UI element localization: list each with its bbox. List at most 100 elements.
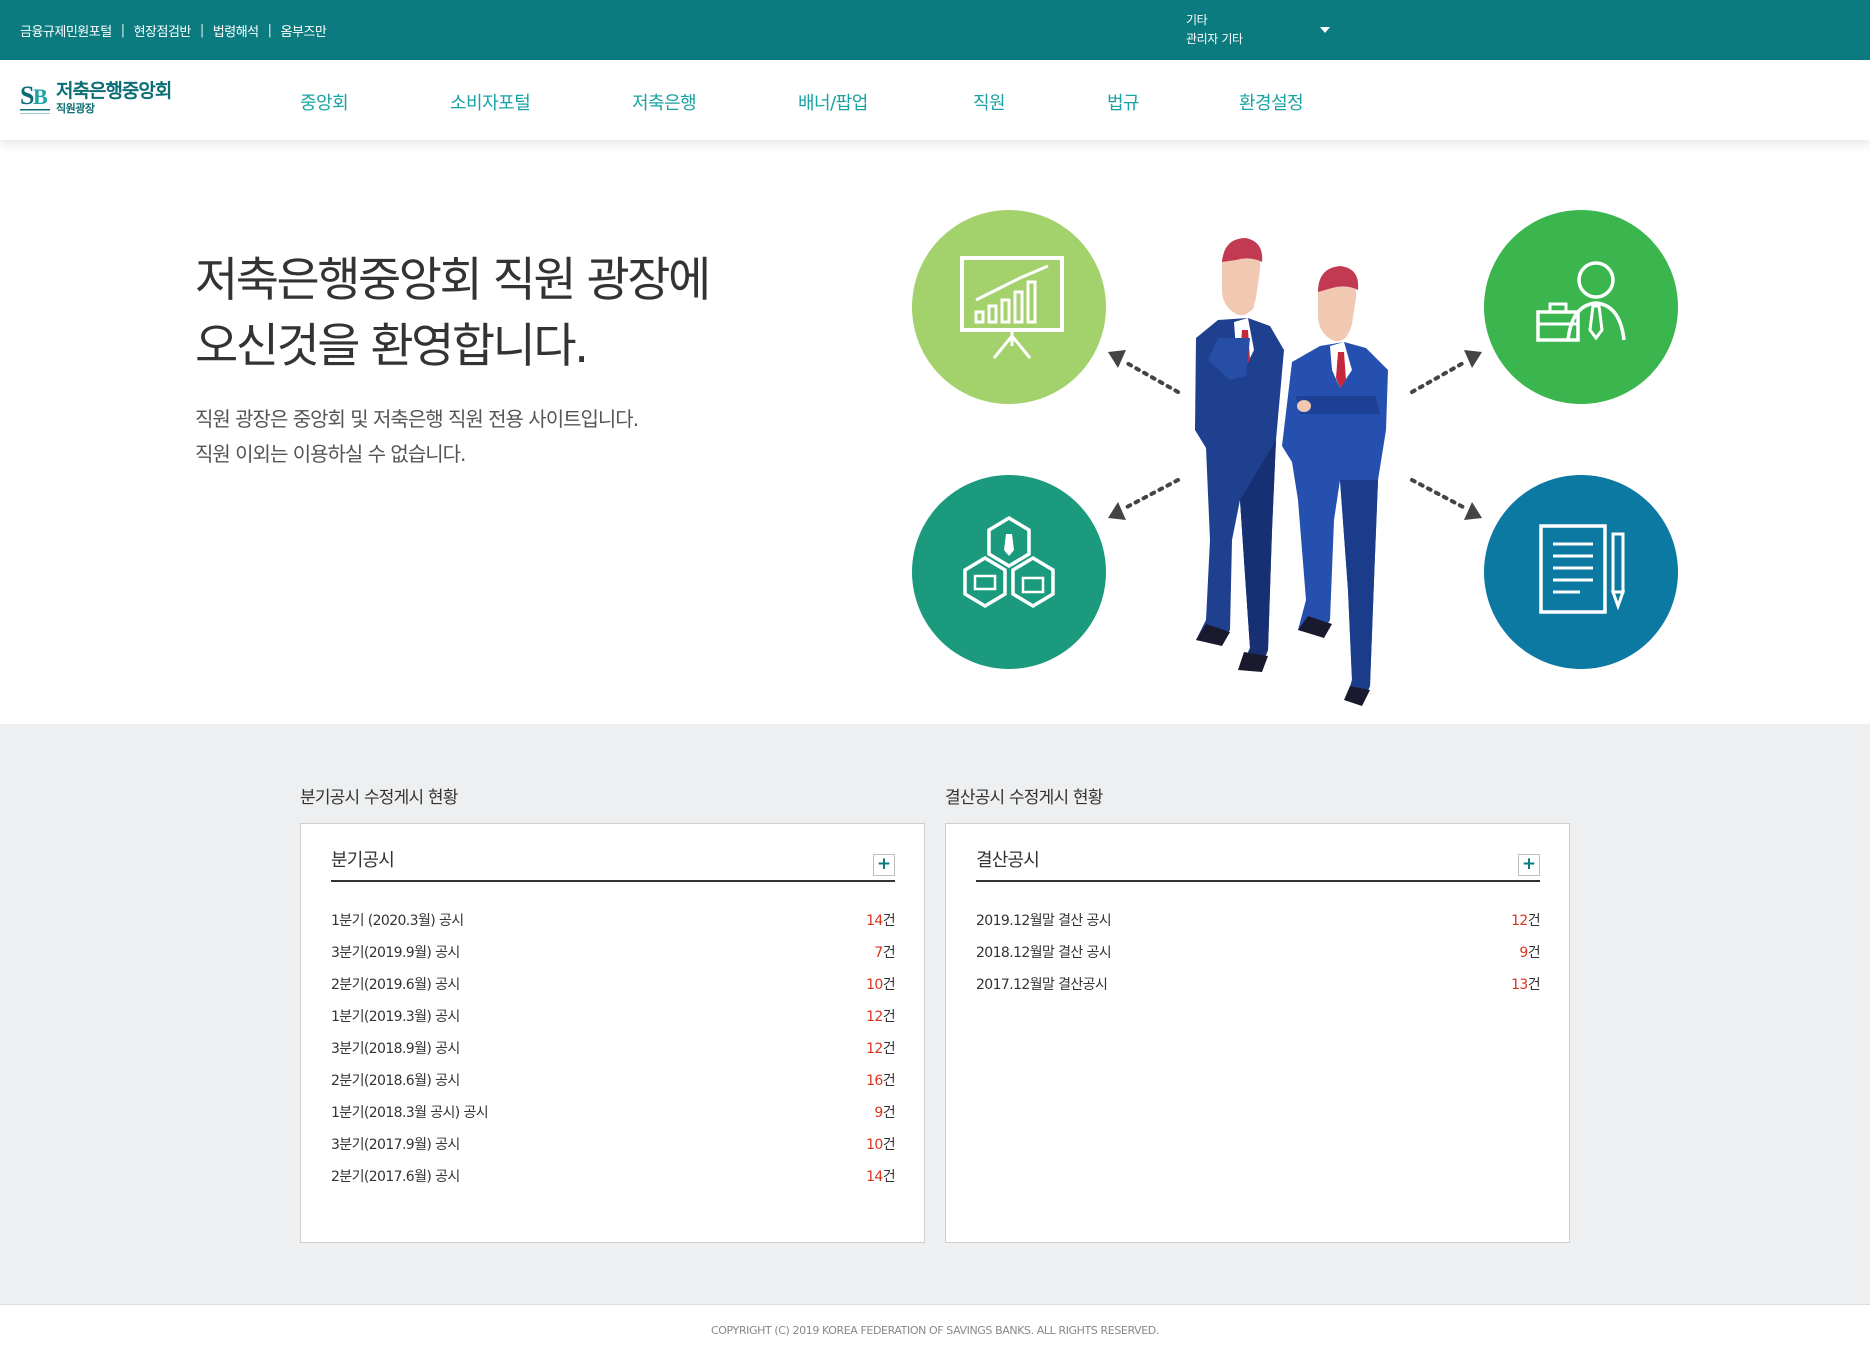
list-item[interactable]: 2분기(2017.6월) 공시 14건	[331, 1160, 896, 1192]
count-number: 14	[866, 913, 883, 929]
header: S B 저축은행중앙회 직원광장 중앙회 소비자포털 저축은행 배너/팝업 직원…	[0, 60, 1870, 140]
hero-desc-line2: 직원 이외는 이용하실 수 없습니다.	[195, 442, 466, 466]
count-number: 9	[1519, 945, 1528, 961]
list-item[interactable]: 2018.12월말 결산 공시 9건	[976, 936, 1541, 968]
separator: |	[267, 23, 272, 38]
count-number: 14	[866, 1169, 883, 1185]
hexagon-network-icon	[912, 475, 1106, 669]
list-item[interactable]: 3분기(2017.9월) 공시 10건	[331, 1128, 896, 1160]
nav-item-settings[interactable]: 환경설정	[1239, 89, 1304, 115]
settlement-section-title: 결산공시 수정게시 현황	[945, 788, 1103, 808]
list-item-count: 12건	[866, 1006, 896, 1026]
list-item-label: 1분기(2019.3월) 공시	[331, 1009, 460, 1025]
count-unit: 건	[882, 1137, 896, 1153]
quarterly-more-button[interactable]: +	[873, 854, 895, 876]
list-item-count: 10건	[866, 1134, 896, 1154]
list-item[interactable]: 3분기(2018.9월) 공시 12건	[331, 1032, 896, 1064]
settlement-panel-header: 결산공시 +	[976, 846, 1540, 882]
list-item-count: 14건	[866, 910, 896, 930]
main-navigation: 중앙회 소비자포털 저축은행 배너/팝업 직원 법규 환경설정	[0, 89, 1870, 115]
count-unit: 건	[882, 1041, 896, 1057]
separator: |	[199, 23, 204, 38]
list-item[interactable]: 1분기 (2020.3월) 공시 14건	[331, 904, 896, 936]
count-unit: 건	[882, 1073, 896, 1089]
count-unit: 건	[882, 1009, 896, 1025]
quarterly-panel-title: 분기공시	[331, 850, 395, 871]
list-item-count: 14건	[866, 1166, 896, 1186]
hero-illustration	[912, 210, 1678, 706]
list-item-label: 2017.12월말 결산공시	[976, 977, 1108, 993]
footer: COPYRIGHT (C) 2019 KOREA FEDERATION OF S…	[0, 1304, 1870, 1365]
list-item-count: 9건	[1519, 942, 1540, 962]
settlement-more-button[interactable]: +	[1518, 854, 1540, 876]
list-item[interactable]: 1분기(2019.3월) 공시 12건	[331, 1000, 896, 1032]
settlement-panel-title: 결산공시	[976, 850, 1040, 871]
count-unit: 건	[882, 945, 896, 961]
user-info[interactable]: 기타 관리자 기타	[1186, 11, 1243, 49]
list-item-label: 2분기(2019.6월) 공시	[331, 977, 460, 993]
nav-item-banner-popup[interactable]: 배너/팝업	[798, 89, 868, 115]
count-number: 10	[866, 1137, 883, 1153]
list-item-label: 3분기(2017.9월) 공시	[331, 1137, 460, 1153]
hero-title-line1: 저축은행중앙회 직원 광장에	[195, 253, 711, 308]
util-link-law-interpretation[interactable]: 법령해석	[213, 21, 259, 40]
list-item-label: 3분기(2019.9월) 공시	[331, 945, 460, 961]
list-item-label: 2019.12월말 결산 공시	[976, 913, 1112, 929]
presentation-chart-icon	[912, 210, 1106, 404]
document-pen-icon	[1484, 475, 1678, 669]
list-item[interactable]: 2017.12월말 결산공시 13건	[976, 968, 1541, 1000]
list-item[interactable]: 2분기(2018.6월) 공시 16건	[331, 1064, 896, 1096]
nav-item-savings-bank[interactable]: 저축은행	[632, 89, 697, 115]
hero-description: 직원 광장은 중앙회 및 저축은행 직원 전용 사이트입니다. 직원 이외는 이…	[195, 402, 639, 472]
list-item-label: 2분기(2018.6월) 공시	[331, 1073, 460, 1089]
count-number: 10	[866, 977, 883, 993]
settlement-panel: 결산공시 + 2019.12월말 결산 공시 12건 2018.12월말 결산 공시…	[945, 823, 1570, 1243]
nav-item-consumer-portal[interactable]: 소비자포털	[450, 89, 531, 115]
util-link-complaint-portal[interactable]: 금융규제민원포털	[20, 21, 112, 40]
list-item-count: 7건	[874, 942, 895, 962]
list-item-count: 10건	[866, 974, 896, 994]
nav-item-regulations[interactable]: 법규	[1107, 89, 1140, 115]
hero-title-line2: 오신것을 환영합니다.	[195, 319, 589, 374]
caret-down-icon[interactable]	[1320, 27, 1330, 33]
hero-desc-line1: 직원 광장은 중앙회 및 저축은행 직원 전용 사이트입니다.	[195, 407, 639, 431]
separator: |	[120, 23, 125, 38]
user-name: 관리자 기타	[1186, 32, 1243, 46]
list-item[interactable]: 2019.12월말 결산 공시 12건	[976, 904, 1541, 936]
count-number: 7	[874, 945, 883, 961]
notice-section: 분기공시 수정게시 현황 분기공시 + 1분기 (2020.3월) 공시 14건 3…	[0, 724, 1870, 1304]
count-number: 13	[1511, 977, 1528, 993]
list-item-count: 13건	[1511, 974, 1541, 994]
settlement-list: 2019.12월말 결산 공시 12건 2018.12월말 결산 공시 9건 2017.…	[976, 904, 1541, 1000]
copyright-text: COPYRIGHT (C) 2019 KOREA FEDERATION OF S…	[711, 1324, 1159, 1337]
list-item-count: 16건	[866, 1070, 896, 1090]
count-unit: 건	[1527, 977, 1541, 993]
businessman-figure-left	[1195, 238, 1284, 672]
hero-title: 저축은행중앙회 직원 광장에 오신것을 환영합니다.	[195, 248, 711, 380]
list-item-label: 2018.12월말 결산 공시	[976, 945, 1112, 961]
count-unit: 건	[1527, 945, 1541, 961]
list-item[interactable]: 1분기(2018.3월 공시) 공시 9건	[331, 1096, 896, 1128]
nav-item-central[interactable]: 중앙회	[300, 89, 349, 115]
count-number: 12	[1511, 913, 1528, 929]
count-unit: 건	[882, 1169, 896, 1185]
list-item-label: 2분기(2017.6월) 공시	[331, 1169, 460, 1185]
count-unit: 건	[1527, 913, 1541, 929]
quarterly-panel: 분기공시 + 1분기 (2020.3월) 공시 14건 3분기(2019.9월) 공…	[300, 823, 925, 1243]
nav-item-staff[interactable]: 직원	[973, 89, 1006, 115]
count-number: 16	[866, 1073, 883, 1089]
quarterly-list: 1분기 (2020.3월) 공시 14건 3분기(2019.9월) 공시 7건 2분기(…	[331, 904, 896, 1192]
count-number: 12	[866, 1041, 883, 1057]
list-item[interactable]: 3분기(2019.9월) 공시 7건	[331, 936, 896, 968]
list-item[interactable]: 2분기(2019.6월) 공시 10건	[331, 968, 896, 1000]
list-item-label: 3분기(2018.9월) 공시	[331, 1041, 460, 1057]
count-number: 9	[874, 1105, 883, 1121]
businessman-briefcase-icon	[1484, 210, 1678, 404]
count-unit: 건	[882, 913, 896, 929]
count-number: 12	[866, 1009, 883, 1025]
businessman-figure-right	[1282, 266, 1388, 706]
util-link-field-inspection[interactable]: 현장점검반	[134, 21, 192, 40]
quarterly-panel-header: 분기공시 +	[331, 846, 895, 882]
util-link-ombudsman[interactable]: 옴부즈만	[281, 21, 327, 40]
count-unit: 건	[882, 1105, 896, 1121]
